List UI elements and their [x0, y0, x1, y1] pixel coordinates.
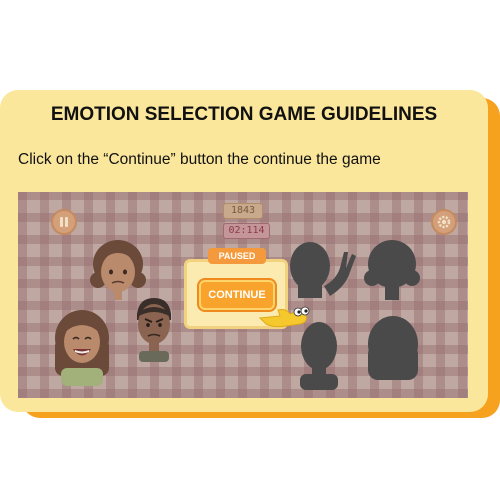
silhouette-waving[interactable] — [286, 240, 360, 298]
silhouette-girl-2[interactable] — [365, 314, 421, 386]
guideline-instruction: Click on the “Continue” button the conti… — [18, 151, 381, 168]
settings-button[interactable] — [431, 209, 457, 235]
worried-girl-face[interactable] — [88, 236, 148, 302]
guideline-title: EMOTION SELECTION GAME GUIDELINES — [50, 104, 438, 125]
angry-boy-face[interactable] — [131, 294, 177, 362]
score-display: 1843 — [223, 203, 263, 219]
pause-icon — [60, 217, 68, 227]
happy-girl-face[interactable] — [51, 306, 113, 386]
silhouette-girl-1[interactable] — [364, 238, 420, 300]
hand-pointer-icon — [258, 306, 310, 328]
game-screenshot: 1843 02:114 PAUSED CONTINUE — [18, 192, 468, 398]
paused-label: PAUSED — [208, 248, 266, 264]
pause-button[interactable] — [51, 209, 77, 235]
gear-icon — [437, 215, 451, 229]
timer-display: 02:114 — [223, 223, 270, 239]
